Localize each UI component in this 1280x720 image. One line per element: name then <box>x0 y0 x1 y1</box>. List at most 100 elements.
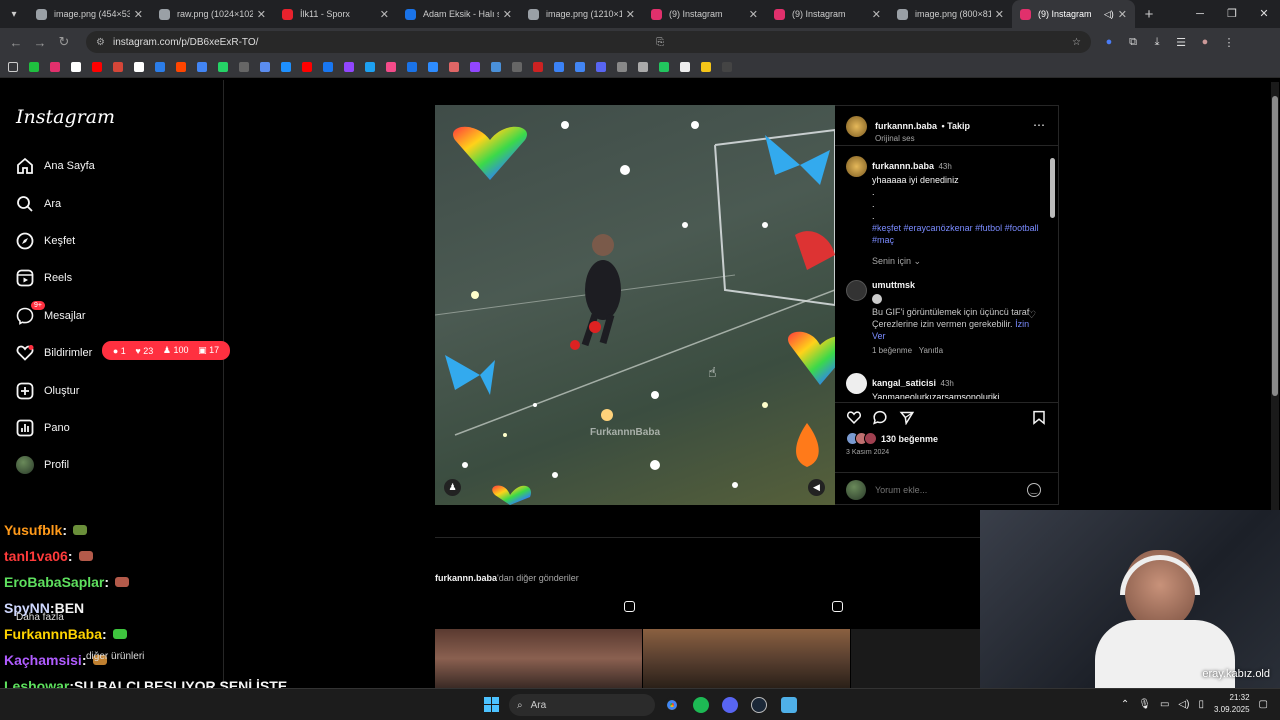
bookmark-icon[interactable] <box>71 61 81 72</box>
hashtag-link[interactable]: #futbol <box>975 223 1002 233</box>
tab-close-icon[interactable]: ✕ <box>380 8 389 21</box>
bookmark-icon[interactable] <box>218 61 228 72</box>
extension-icon[interactable]: ● <box>1097 36 1121 49</box>
hashtag-link[interactable]: #eraycanözkenar <box>904 223 973 233</box>
back-icon[interactable]: ← <box>4 35 28 50</box>
sidebar-item-messages[interactable]: 9+ Mesajlar <box>16 301 86 329</box>
browser-tab[interactable]: Adam Eksik - Halı sah ✕ <box>397 0 520 28</box>
new-tab-button[interactable]: + <box>1135 6 1163 23</box>
spotify-icon[interactable] <box>693 697 709 713</box>
browser-tab[interactable]: (9) Instagram ◁) ✕ <box>1012 0 1135 28</box>
liked-by-avatars[interactable] <box>846 432 878 445</box>
sidebar-item-explore[interactable]: Keşfet <box>16 228 75 254</box>
bookmark-icon[interactable] <box>197 61 207 72</box>
comments-scrollbar[interactable] <box>1049 148 1056 400</box>
tray-chevron-icon[interactable]: ⌃ <box>1121 699 1129 710</box>
bookmark-icon[interactable] <box>701 61 711 72</box>
bookmark-icon[interactable] <box>470 61 480 72</box>
commenter-username[interactable]: kangal_saticisi <box>872 378 936 388</box>
tagged-users-icon[interactable]: ♟ <box>444 479 461 496</box>
browser-tab[interactable]: image.png (800×813) ✕ <box>889 0 1012 28</box>
caption-avatar[interactable] <box>846 156 867 177</box>
close-window-icon[interactable]: ✕ <box>1248 0 1280 28</box>
bookmark-icon[interactable] <box>512 61 522 72</box>
hashtag-link[interactable]: #football <box>1005 223 1039 233</box>
like-icon[interactable] <box>846 410 862 425</box>
browser-tab[interactable]: raw.png (1024×1024) ✕ <box>151 0 274 28</box>
taskbar-search[interactable]: ⌕ Ara <box>509 694 655 716</box>
bookmark-icon[interactable] <box>638 61 648 72</box>
post-thumbnail[interactable] <box>851 629 981 688</box>
sidebar-item-dashboard[interactable]: Pano <box>16 415 70 441</box>
microphone-icon[interactable]: 🎙 <box>1138 699 1151 710</box>
bookmark-star-icon[interactable]: ☆ <box>1072 37 1081 48</box>
tab-close-icon[interactable]: ✕ <box>626 8 635 21</box>
share-icon[interactable] <box>899 410 915 425</box>
post-date[interactable]: 3 Kasım 2024 <box>846 449 889 456</box>
sidebar-item-reels[interactable]: Reels <box>16 265 72 291</box>
bookmark-icon[interactable] <box>155 61 165 72</box>
notepad-icon[interactable] <box>781 697 797 713</box>
bookmark-icon[interactable] <box>344 61 354 72</box>
bookmark-icon[interactable] <box>92 61 102 72</box>
bookmark-icon[interactable] <box>365 61 375 72</box>
save-icon[interactable] <box>1032 410 1046 425</box>
bookmark-icon[interactable] <box>407 61 417 72</box>
minimize-icon[interactable]: ─ <box>1184 0 1216 28</box>
bookmark-icon[interactable] <box>113 61 123 72</box>
sidebar-item-search[interactable]: Ara <box>16 191 61 217</box>
sidebar-item-home[interactable]: Ana Sayfa <box>16 153 95 179</box>
like-count[interactable]: 130 beğenme <box>881 434 938 444</box>
site-info-icon[interactable]: ⚙ <box>96 37 105 48</box>
bookmark-icon[interactable] <box>281 61 291 72</box>
media-icon[interactable]: ☰ <box>1169 36 1193 49</box>
bookmark-icon[interactable] <box>533 61 543 72</box>
profile-icon[interactable]: ● <box>1193 36 1217 49</box>
discord-icon[interactable] <box>722 697 738 713</box>
browser-tab[interactable]: (9) Instagram ✕ <box>766 0 889 28</box>
bookmark-icon[interactable] <box>239 61 249 72</box>
install-icon[interactable]: ⎘ <box>656 37 664 48</box>
caption-username[interactable]: furkannn.baba <box>872 161 934 171</box>
more-options-icon[interactable]: ⋯ <box>1033 118 1045 132</box>
browser-tab[interactable]: İlk11 - Sporx ✕ <box>274 0 397 28</box>
scrollbar-thumb[interactable] <box>1050 158 1055 218</box>
notification-summary-badge[interactable]: ● 1 ♥ 23 ♟ 100 ▣ 17 <box>102 341 230 360</box>
bookmark-icon[interactable] <box>260 61 270 72</box>
author-username[interactable]: furkannn.baba <box>875 121 937 131</box>
tab-search-icon[interactable]: ▾ <box>0 0 28 28</box>
notifications-icon[interactable]: ▢ <box>1259 699 1268 710</box>
instagram-logo[interactable]: Instagram <box>16 106 115 128</box>
forward-icon[interactable]: → <box>28 35 52 50</box>
bookmark-icon[interactable] <box>659 61 669 72</box>
bookmark-icon[interactable] <box>617 61 627 72</box>
post-video[interactable]: FurkannnBaba ♟ ◀ <box>435 105 835 505</box>
scrollbar-thumb[interactable] <box>1272 96 1278 396</box>
steam-icon[interactable] <box>751 697 767 713</box>
comment-input[interactable] <box>875 482 1015 498</box>
tab-close-icon[interactable]: ✕ <box>134 8 143 21</box>
comment-icon[interactable] <box>872 410 888 425</box>
tab-close-icon[interactable]: ✕ <box>749 8 758 21</box>
bookmark-icon[interactable] <box>680 61 690 72</box>
bookmark-icon[interactable] <box>554 61 564 72</box>
tab-audio-icon[interactable]: ◁) <box>1104 9 1114 20</box>
sidebar-item-profile[interactable]: Profil <box>16 452 69 478</box>
apps-icon[interactable] <box>8 61 18 72</box>
commenter-avatar[interactable] <box>846 280 867 301</box>
tab-close-icon[interactable]: ✕ <box>1118 8 1127 21</box>
emoji-icon[interactable]: ‿ <box>1027 483 1041 497</box>
hashtag-link[interactable]: #keşfet <box>872 223 901 233</box>
comment-sort-dropdown[interactable]: Senin için ⌄ <box>872 256 921 267</box>
browser-tab[interactable]: image.png (454×536) ✕ <box>28 0 151 28</box>
author-avatar[interactable] <box>846 116 867 137</box>
bookmark-icon[interactable] <box>302 61 312 72</box>
browser-tab[interactable]: (9) Instagram ✕ <box>643 0 766 28</box>
commenter-username[interactable]: umuttmsk <box>872 280 1041 290</box>
tab-close-icon[interactable]: ✕ <box>257 8 266 21</box>
bookmark-icon[interactable] <box>428 61 438 72</box>
hashtag-link[interactable]: #maç <box>872 235 894 245</box>
sidebar-item-notifications[interactable]: Bildirimler <box>16 340 92 366</box>
extensions-icon[interactable]: ⧉ <box>1121 36 1145 49</box>
audio-label[interactable]: Orijinal ses <box>875 134 970 143</box>
